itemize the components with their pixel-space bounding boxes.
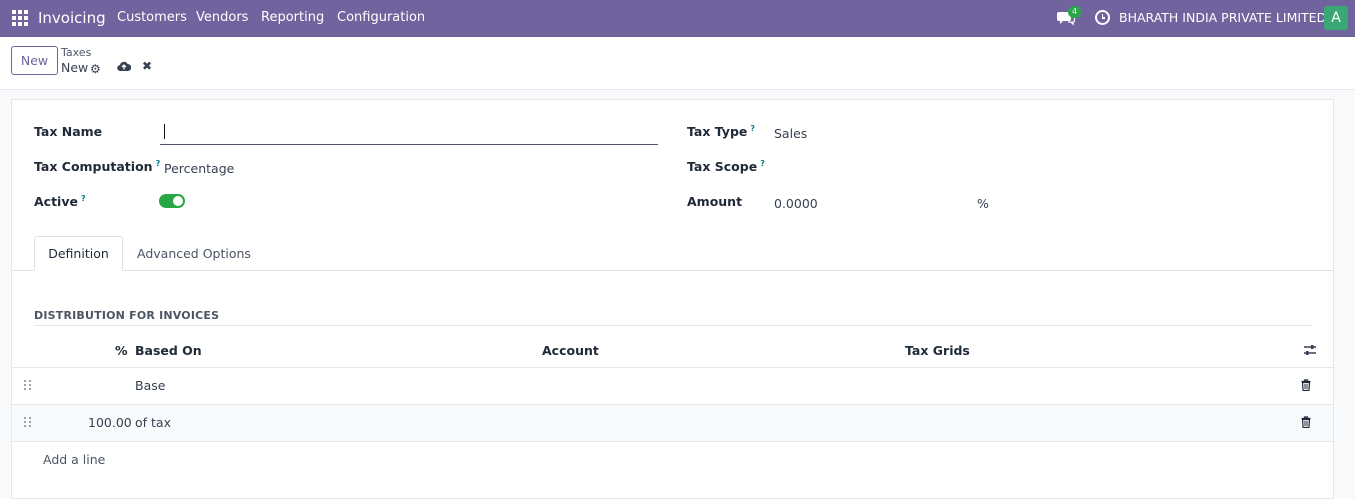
- drag-handle-icon[interactable]: [24, 380, 32, 390]
- top-navbar: Invoicing Customers Vendors Reporting Co…: [0, 0, 1355, 37]
- header-divider: [12, 367, 1333, 368]
- row-percent[interactable]: 100.00: [88, 415, 132, 430]
- tax-type-label: Tax Type?: [687, 124, 756, 140]
- tax-type-select[interactable]: Sales: [774, 126, 807, 141]
- section-title: DISTRIBUTION FOR INVOICES: [34, 309, 220, 322]
- trash-icon[interactable]: [1301, 379, 1311, 391]
- amount-input[interactable]: 0.0000: [774, 196, 818, 211]
- help-tooltip-icon[interactable]: ?: [750, 124, 755, 133]
- column-header-account[interactable]: Account: [542, 343, 599, 358]
- chat-count-badge: 4: [1068, 6, 1082, 18]
- control-panel: New Taxes New ⚙ ✖: [0, 37, 1355, 90]
- section-divider: [34, 325, 1312, 326]
- gear-icon[interactable]: ⚙: [90, 62, 101, 76]
- help-tooltip-icon[interactable]: ?: [156, 159, 161, 168]
- discard-close-icon[interactable]: ✖: [142, 59, 152, 73]
- amount-label: Amount: [687, 194, 743, 209]
- tax-computation-label: Tax Computation?: [34, 159, 161, 175]
- table-row-hover: [12, 405, 1333, 441]
- row-based-on[interactable]: of tax: [135, 415, 171, 430]
- apps-menu-icon[interactable]: [12, 10, 28, 26]
- trash-icon[interactable]: [1301, 416, 1311, 428]
- user-avatar[interactable]: A: [1324, 6, 1348, 30]
- save-cloud-icon[interactable]: [117, 60, 131, 72]
- active-toggle[interactable]: [159, 194, 185, 208]
- help-tooltip-icon[interactable]: ?: [760, 159, 765, 168]
- menu-vendors[interactable]: Vendors: [196, 10, 248, 25]
- row-based-on[interactable]: Base: [135, 378, 165, 393]
- column-header-based-on[interactable]: Based On: [135, 343, 202, 358]
- form-sheet: Tax Name Tax Computation? Percentage Act…: [11, 99, 1334, 499]
- row-divider: [12, 441, 1333, 442]
- tax-computation-select[interactable]: Percentage: [164, 161, 234, 176]
- activity-clock-icon[interactable]: [1095, 10, 1110, 25]
- company-switcher[interactable]: BHARATH INDIA PRIVATE LIMITED: [1119, 10, 1326, 25]
- app-name[interactable]: Invoicing: [38, 9, 106, 27]
- tabs-divider: [12, 270, 1333, 271]
- column-header-tax-grids[interactable]: Tax Grids: [905, 343, 970, 358]
- tax-scope-label: Tax Scope?: [687, 159, 765, 175]
- breadcrumb-current: New: [61, 60, 89, 75]
- breadcrumb-taxes[interactable]: Taxes: [61, 46, 91, 59]
- tab-advanced-options[interactable]: Advanced Options: [137, 246, 251, 261]
- tab-definition[interactable]: Definition: [34, 236, 123, 271]
- tax-name-label: Tax Name: [34, 124, 103, 139]
- menu-reporting[interactable]: Reporting: [261, 10, 324, 25]
- tax-name-input[interactable]: [160, 121, 658, 145]
- column-header-percent[interactable]: %: [115, 343, 128, 358]
- optional-columns-icon[interactable]: [1303, 343, 1317, 357]
- help-tooltip-icon[interactable]: ?: [81, 194, 86, 203]
- menu-customers[interactable]: Customers: [117, 10, 187, 25]
- drag-handle-icon[interactable]: [24, 417, 32, 427]
- menu-configuration[interactable]: Configuration: [337, 10, 425, 25]
- text-caret: [164, 124, 165, 139]
- new-button[interactable]: New: [11, 46, 58, 75]
- add-line-link[interactable]: Add a line: [43, 452, 105, 467]
- amount-unit: %: [977, 196, 989, 211]
- active-label: Active?: [34, 194, 86, 210]
